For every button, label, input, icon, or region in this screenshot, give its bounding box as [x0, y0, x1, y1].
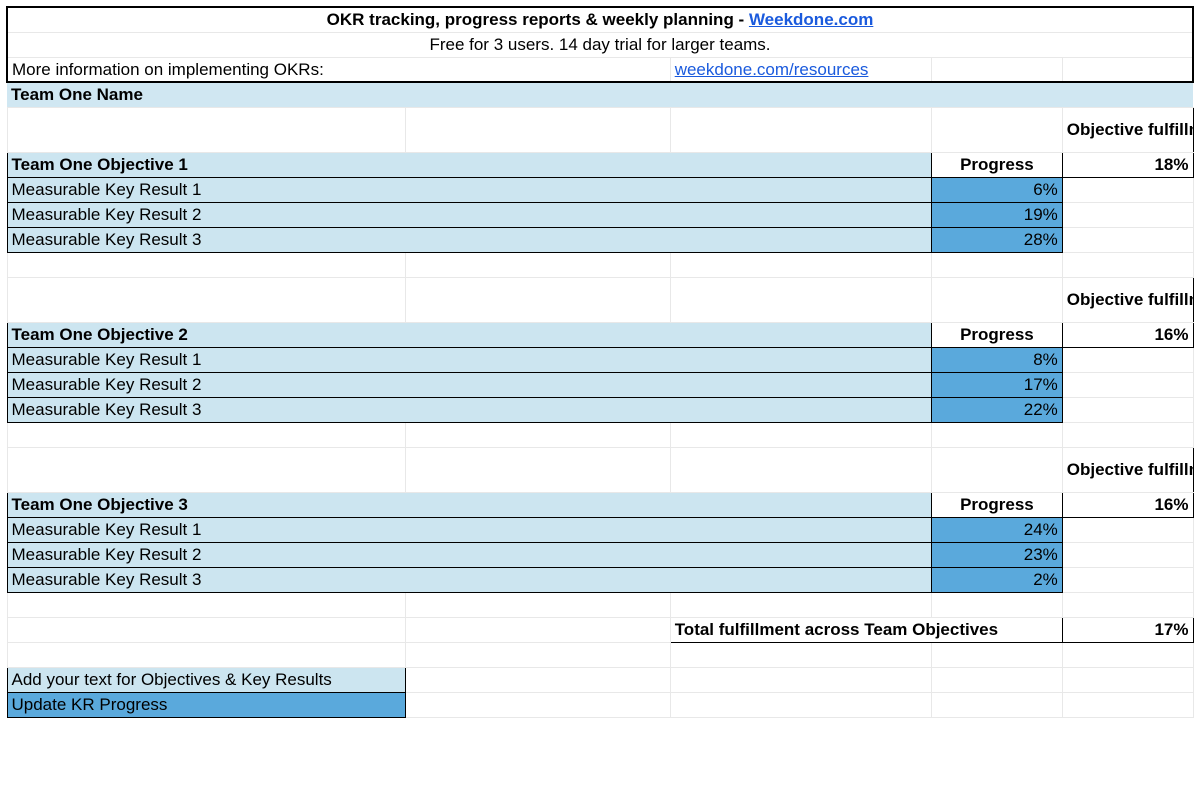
okr-spreadsheet[interactable]: OKR tracking, progress reports & weekly … [6, 6, 1194, 718]
title-prefix: OKR tracking, progress reports & weekly … [327, 10, 749, 29]
empty-cell [932, 57, 1063, 82]
key-result[interactable]: Measurable Key Result 1 [7, 347, 932, 372]
title-cell: OKR tracking, progress reports & weekly … [7, 7, 1193, 32]
kr-progress[interactable]: 2% [932, 567, 1063, 592]
info-label: More information on implementing OKRs: [7, 57, 670, 82]
legend-update-progress: Update KR Progress [7, 692, 406, 717]
kr-progress[interactable]: 17% [932, 372, 1063, 397]
objective-title[interactable]: Team One Objective 1 [7, 152, 932, 177]
kr-progress[interactable]: 23% [932, 542, 1063, 567]
progress-header: Progress [932, 152, 1063, 177]
kr-progress[interactable]: 8% [932, 347, 1063, 372]
kr-progress[interactable]: 19% [932, 202, 1063, 227]
empty-cell [1062, 57, 1193, 82]
objective-fulfillment-header: Objective fulfillment [1062, 107, 1193, 152]
key-result[interactable]: Measurable Key Result 1 [7, 177, 932, 202]
objective-fulfillment-value: 16% [1062, 322, 1193, 347]
objective-fulfillment-header: Objective fulfillment [1062, 447, 1193, 492]
total-label: Total fulfillment across Team Objectives [670, 617, 1062, 642]
total-value: 17% [1062, 617, 1193, 642]
subtitle-cell: Free for 3 users. 14 day trial for large… [7, 32, 1193, 57]
key-result[interactable]: Measurable Key Result 2 [7, 202, 932, 227]
kr-progress[interactable]: 28% [932, 227, 1063, 252]
legend-edit-text: Add your text for Objectives & Key Resul… [7, 667, 406, 692]
title-link[interactable]: Weekdone.com [749, 10, 873, 29]
key-result[interactable]: Measurable Key Result 3 [7, 567, 932, 592]
progress-header: Progress [932, 492, 1063, 517]
info-link[interactable]: weekdone.com/resources [670, 57, 931, 82]
objective-title[interactable]: Team One Objective 2 [7, 322, 932, 347]
objective-fulfillment-value: 18% [1062, 152, 1193, 177]
key-result[interactable]: Measurable Key Result 3 [7, 397, 932, 422]
objective-title[interactable]: Team One Objective 3 [7, 492, 932, 517]
key-result[interactable]: Measurable Key Result 3 [7, 227, 932, 252]
kr-progress[interactable]: 6% [932, 177, 1063, 202]
kr-progress[interactable]: 22% [932, 397, 1063, 422]
team-name: Team One Name [7, 82, 1193, 107]
objective-fulfillment-header: Objective fulfillment [1062, 277, 1193, 322]
key-result[interactable]: Measurable Key Result 1 [7, 517, 932, 542]
key-result[interactable]: Measurable Key Result 2 [7, 542, 932, 567]
kr-progress[interactable]: 24% [932, 517, 1063, 542]
progress-header: Progress [932, 322, 1063, 347]
objective-fulfillment-value: 16% [1062, 492, 1193, 517]
key-result[interactable]: Measurable Key Result 2 [7, 372, 932, 397]
